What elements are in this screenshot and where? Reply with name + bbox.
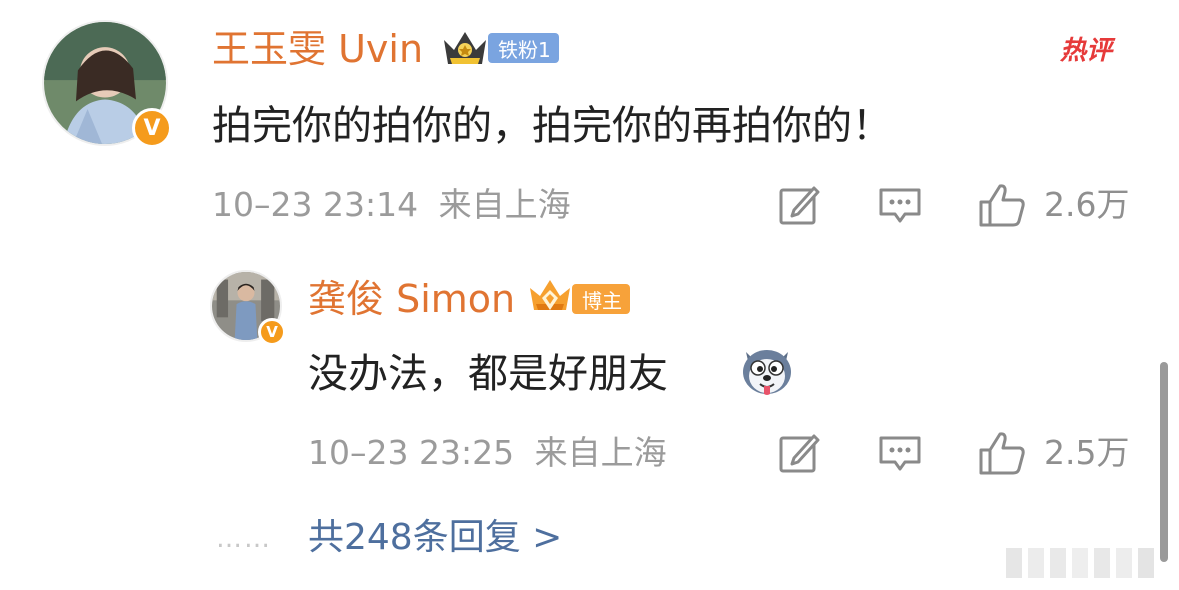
edit-icon[interactable] — [778, 432, 820, 474]
avatar-uvin[interactable]: V — [42, 20, 172, 148]
blogger-badge: 博主 — [572, 284, 630, 314]
comment-text: 拍完你的拍你的，拍完你的再拍你的！ — [212, 103, 892, 149]
username-simon[interactable]: 龚俊 Simon — [308, 280, 515, 318]
reply-text: 没办法，都是好朋友 — [308, 351, 668, 397]
crown-icon — [530, 280, 570, 310]
scrollbar[interactable] — [1160, 362, 1168, 562]
more-replies-link[interactable]: 共248条回复 > — [308, 520, 562, 556]
comment-time: 10–23 23:14 — [212, 185, 419, 224]
reply-ellipsis: …… — [216, 524, 272, 554]
thumbs-up-icon[interactable] — [978, 430, 1026, 476]
verified-badge: V — [132, 108, 172, 148]
faded-overlay — [1006, 546, 1166, 580]
reply-meta: 10–23 23:25 来自上海 — [308, 436, 667, 469]
comment-meta: 10–23 23:14 来自上海 — [212, 188, 571, 221]
reply-location: 来自上海 — [534, 433, 667, 472]
avatar-simon[interactable]: V — [210, 270, 286, 346]
husky-emoji — [743, 350, 791, 395]
hot-comment-tag: 热评 — [1060, 36, 1113, 66]
username-uvin[interactable]: 王玉雯 Uvin — [212, 30, 423, 68]
verified-badge: V — [258, 318, 286, 346]
reply-time: 10–23 23:25 — [308, 433, 515, 472]
fan-badge: 铁粉1 — [488, 33, 559, 63]
comment-icon[interactable] — [878, 186, 922, 226]
reply-like-count: 2.5万 — [1044, 433, 1130, 472]
thumbs-up-icon[interactable] — [978, 182, 1026, 228]
edit-icon[interactable] — [778, 184, 820, 226]
comment-location: 来自上海 — [438, 185, 571, 224]
crown-icon — [444, 32, 486, 64]
comment-icon[interactable] — [878, 434, 922, 474]
like-count: 2.6万 — [1044, 185, 1130, 224]
